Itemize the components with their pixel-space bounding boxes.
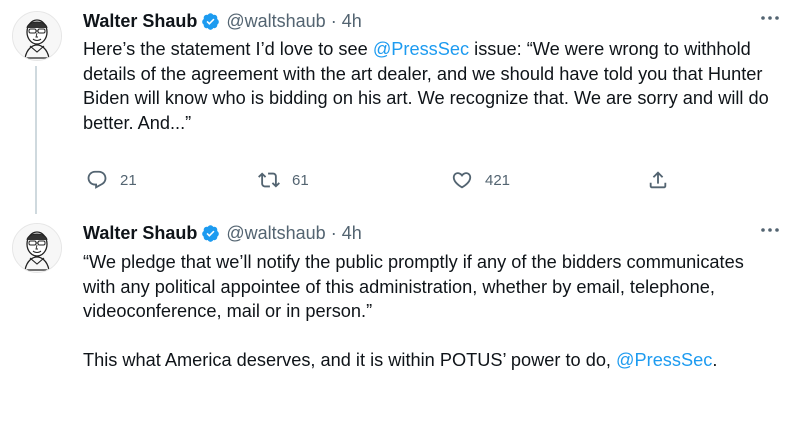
thread-connector-line <box>35 66 37 214</box>
like-button[interactable]: 421 <box>451 165 510 195</box>
verified-badge-icon <box>202 224 220 242</box>
tweet-text: “We pledge that we’ll notify the public … <box>83 250 773 373</box>
share-icon <box>649 171 667 189</box>
mention-link[interactable]: @PressSec <box>373 39 469 59</box>
text-segment: Here’s the statement I’d love to see <box>83 39 373 59</box>
reply-button[interactable]: 21 <box>86 165 137 195</box>
tweet-time[interactable]: 4h <box>342 223 362 244</box>
tweet-text: Here’s the statement I’d love to see @Pr… <box>83 37 773 135</box>
tweet-2[interactable]: Walter Shaub @waltshaub · 4h “We pledge … <box>0 212 800 431</box>
tweet-actions: 21 61 421 <box>83 165 683 195</box>
avatar[interactable] <box>12 11 62 61</box>
separator-dot: · <box>330 222 337 243</box>
tweet-header: Walter Shaub @waltshaub · 4h <box>83 9 362 33</box>
avatar[interactable] <box>12 223 62 273</box>
separator-dot: · <box>330 10 337 31</box>
author-name[interactable]: Walter Shaub <box>83 11 197 32</box>
retweet-button[interactable]: 61 <box>258 165 309 195</box>
author-handle[interactable]: @waltshaub <box>226 11 325 32</box>
avatar-caricature-icon <box>13 12 61 60</box>
reply-icon <box>87 170 107 189</box>
mention-link[interactable]: @PressSec <box>616 350 712 370</box>
like-count: 421 <box>485 171 511 189</box>
author-name[interactable]: Walter Shaub <box>83 223 197 244</box>
heart-icon <box>452 172 472 189</box>
retweet-count: 61 <box>292 171 309 189</box>
retweet-icon <box>258 172 280 188</box>
text-segment: . <box>712 350 718 370</box>
more-options-icon[interactable] <box>758 218 782 242</box>
tweet-time[interactable]: 4h <box>342 11 362 32</box>
reply-count: 21 <box>120 171 137 189</box>
verified-badge-icon <box>202 12 220 30</box>
avatar-caricature-icon <box>13 224 61 272</box>
tweet-1[interactable]: Walter Shaub @waltshaub · 4h Here’s the … <box>0 0 800 214</box>
more-options-icon[interactable] <box>758 6 782 30</box>
tweet-header: Walter Shaub @waltshaub · 4h <box>83 221 362 245</box>
author-handle[interactable]: @waltshaub <box>226 223 325 244</box>
share-button[interactable] <box>647 165 669 195</box>
